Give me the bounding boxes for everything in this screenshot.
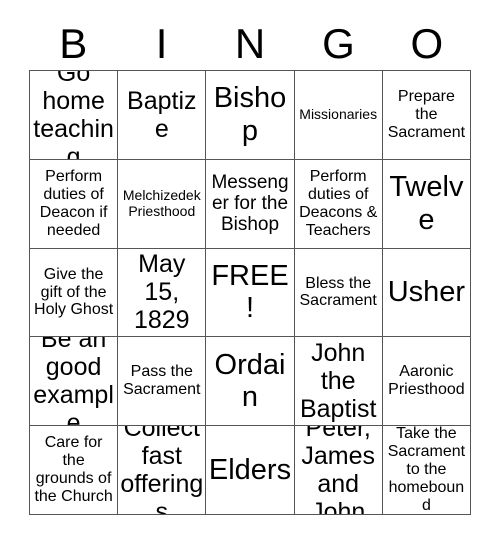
bingo-cell-label: Take the Sacrament to the homebound	[387, 426, 466, 514]
bingo-cell[interactable]: Prepare the Sacrament	[382, 71, 471, 160]
bingo-cell[interactable]: Go home teaching	[30, 71, 119, 160]
bingo-cell[interactable]: Ordain	[206, 337, 295, 427]
bingo-cell[interactable]: May 15, 1829	[118, 248, 207, 338]
bingo-cell-label: Missionaries	[299, 106, 378, 123]
bingo-cell-free[interactable]: FREE!	[206, 248, 295, 338]
bingo-cell[interactable]: Missionaries	[294, 71, 383, 160]
bingo-cell-label: Melchizedek Priesthood	[122, 187, 201, 219]
bingo-cell-label: Give the gift of the Holy Ghost	[34, 265, 114, 319]
bingo-cell-label: Ordain	[214, 348, 286, 414]
bingo-cell[interactable]: Usher	[382, 248, 471, 338]
bingo-cell[interactable]: Aaronic Priesthood	[382, 337, 471, 427]
header-letter-o: O	[410, 19, 444, 67]
bingo-grid: Go home teaching Baptize Bishop Missionarie…	[29, 70, 471, 515]
bingo-cell[interactable]: Peter, James and John	[294, 426, 383, 515]
header-letter-n: N	[234, 19, 266, 67]
bingo-cell[interactable]: Elders	[206, 426, 295, 515]
bingo-cell-label: John the Baptist	[299, 339, 377, 424]
bingo-cell[interactable]: Twelve	[382, 159, 471, 249]
bingo-cell-label: Be an good example	[33, 337, 114, 427]
bingo-cell[interactable]: Take the Sacrament to the homebound	[382, 426, 471, 515]
bingo-cell[interactable]: Collect fast offerings	[118, 426, 207, 515]
bingo-cell-label: May 15, 1829	[133, 250, 190, 335]
bingo-cell[interactable]: Bishop	[206, 71, 295, 160]
bingo-cell-label: Bishop	[213, 82, 287, 147]
bingo-cell[interactable]: Messenger for the Bishop	[206, 159, 295, 249]
bingo-cell[interactable]: Pass the Sacrament	[118, 337, 207, 427]
bingo-cell-label: Usher	[387, 276, 466, 309]
bingo-cell-label: Twelve	[389, 171, 464, 236]
header-letter-g: G	[322, 19, 355, 67]
bingo-cell-label: Baptize	[127, 86, 197, 143]
bingo-cell-label: Aaronic Priesthood	[388, 363, 465, 399]
bingo-cell-label: Prepare the Sacrament	[387, 88, 466, 141]
bingo-cell-label: Care for the grounds of the Church	[34, 434, 113, 505]
bingo-cell[interactable]: Care for the grounds of the Church	[30, 426, 119, 515]
bingo-cell[interactable]: John the Baptist	[294, 337, 383, 427]
bingo-cell-label: Go home teaching	[33, 71, 114, 160]
bingo-cell-label: Pass the Sacrament	[123, 363, 201, 399]
bingo-cell[interactable]: Be an good example	[30, 337, 119, 427]
bingo-cell-label: Elders	[208, 453, 292, 486]
bingo-cell-label: Perform duties of Deacon if needed	[39, 167, 108, 239]
bingo-cell[interactable]: Melchizedek Priesthood	[118, 159, 207, 249]
bingo-cell-label: FREE!	[211, 260, 289, 325]
bingo-cell-label: Collect fast offerings	[120, 426, 204, 515]
bingo-card: B I N G O Go home teaching Baptize Bishop M…	[29, 17, 471, 515]
bingo-cell[interactable]: Perform duties of Deacon if needed	[30, 159, 119, 249]
bingo-header: B I N G O	[29, 17, 471, 70]
bingo-cell[interactable]: Give the gift of the Holy Ghost	[30, 248, 119, 338]
header-letter-i: I	[155, 19, 168, 67]
bingo-cell[interactable]: Baptize	[118, 71, 207, 160]
bingo-cell-label: Bless the Sacrament	[299, 274, 377, 310]
bingo-cell[interactable]: Perform duties of Deacons & Teachers	[294, 159, 383, 249]
bingo-cell-label: Perform duties of Deacons & Teachers	[299, 167, 378, 239]
header-letter-b: B	[59, 19, 88, 67]
bingo-cell-label: Messenger for the Bishop	[211, 171, 289, 236]
bingo-cell[interactable]: Bless the Sacrament	[294, 248, 383, 338]
bingo-cell-label: Peter, James and John	[301, 426, 376, 515]
